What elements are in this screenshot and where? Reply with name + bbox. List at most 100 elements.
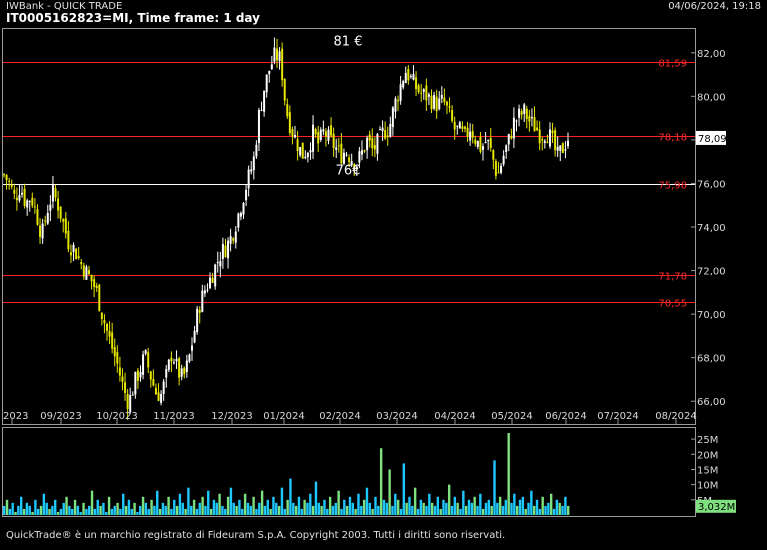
volume-bar (507, 433, 510, 515)
volume-bar (187, 487, 190, 515)
date-tick-label: 06/2024 (545, 411, 587, 422)
candle-body (265, 74, 268, 93)
date-tick-label: 02/2024 (319, 411, 361, 422)
candles (3, 37, 569, 420)
volume-bar (388, 469, 391, 515)
candle-body (178, 358, 181, 378)
candle-body (360, 150, 363, 155)
candle-body (448, 106, 451, 108)
volume-bar (133, 502, 136, 515)
volume-bar (501, 505, 505, 515)
volume-bar (294, 505, 298, 515)
candle-body (386, 135, 389, 137)
volume-bar (561, 505, 564, 515)
volume-bar (156, 490, 159, 515)
volume-bar (34, 499, 37, 515)
candle-body (319, 129, 322, 141)
volume-bar (354, 508, 357, 515)
candle-body (85, 266, 88, 280)
volume-bar (326, 508, 329, 515)
candle-body (402, 81, 405, 88)
volume-bar (229, 487, 233, 515)
candle-body (77, 256, 80, 259)
volume-bar (289, 478, 292, 515)
candle-body (183, 367, 186, 375)
chart-canvas[interactable]: 81,59 78,18 75,98 71,78 70,55 66,00 68,00 70,0… (0, 0, 767, 550)
candle-body (3, 174, 5, 176)
candle-body (314, 128, 317, 135)
volume-bar (192, 499, 196, 515)
volume-bar (221, 505, 224, 515)
volume-bar (368, 502, 372, 515)
candle-body (149, 371, 152, 380)
candle-body (371, 138, 374, 149)
volume-bar (45, 502, 48, 515)
price-tick-label: 66,00 (697, 397, 726, 408)
volume-bar (303, 499, 306, 515)
volume-bar (567, 505, 570, 515)
level-label-2: 75,98 (658, 181, 687, 192)
candle-body (95, 285, 98, 288)
candle-body (185, 360, 188, 373)
volume-bar (73, 499, 77, 515)
candle-body (144, 350, 147, 354)
candle-body (41, 223, 44, 239)
volume-bar (351, 502, 355, 515)
volume-bar (266, 499, 269, 515)
volume-bar (331, 505, 335, 515)
candle-body (551, 130, 554, 134)
volume-bar (215, 502, 218, 515)
volume-bar (459, 508, 462, 515)
candle-body (193, 330, 196, 343)
candle-body (260, 109, 263, 111)
candle-body (229, 236, 232, 244)
candle-body (440, 94, 443, 99)
candle-body (332, 133, 335, 149)
volume-bar (337, 490, 340, 515)
candle-body (211, 277, 214, 283)
price-tick-label: 72,00 (697, 267, 726, 278)
volume-bar (371, 508, 374, 515)
volume-bar (141, 496, 145, 515)
candle-body (5, 174, 8, 180)
volume-bar (153, 505, 156, 515)
volume-bar (496, 502, 499, 515)
candle-body (458, 122, 461, 129)
candle-body (525, 108, 528, 119)
candle-body (175, 358, 178, 362)
volume-bar (552, 508, 556, 515)
volume-bar (71, 508, 74, 515)
candle-body (554, 130, 557, 151)
volume-bar (450, 505, 454, 515)
candle-body (26, 200, 29, 208)
candle-body (147, 352, 150, 368)
candle-body (18, 195, 21, 201)
volume-bar (59, 508, 63, 515)
candle-body (51, 184, 54, 202)
candle-body (451, 109, 454, 121)
price-tick-label: 82,00 (697, 49, 726, 60)
volume-bar (442, 499, 445, 515)
candle-body (232, 238, 235, 241)
candle-body (188, 354, 191, 362)
candle-body (404, 72, 407, 84)
candle-body (399, 84, 402, 101)
volume-bar (102, 502, 105, 515)
candle-body (536, 127, 539, 131)
volume-bar (14, 511, 17, 515)
candle-body (198, 309, 201, 313)
volume-bar (269, 508, 272, 515)
volume-bar (490, 505, 493, 515)
candle-body (502, 155, 505, 165)
volume-bar (93, 508, 97, 515)
volume-bar (243, 493, 247, 515)
volume-bar (82, 502, 85, 515)
date-tick-label: 01/2024 (263, 411, 305, 422)
candle-body (80, 262, 83, 265)
candle-body (82, 265, 85, 277)
candle-body (427, 94, 430, 97)
candle-body (476, 140, 479, 147)
candle-body (466, 127, 469, 137)
volume-bar (204, 505, 207, 515)
candle-body (203, 290, 206, 294)
